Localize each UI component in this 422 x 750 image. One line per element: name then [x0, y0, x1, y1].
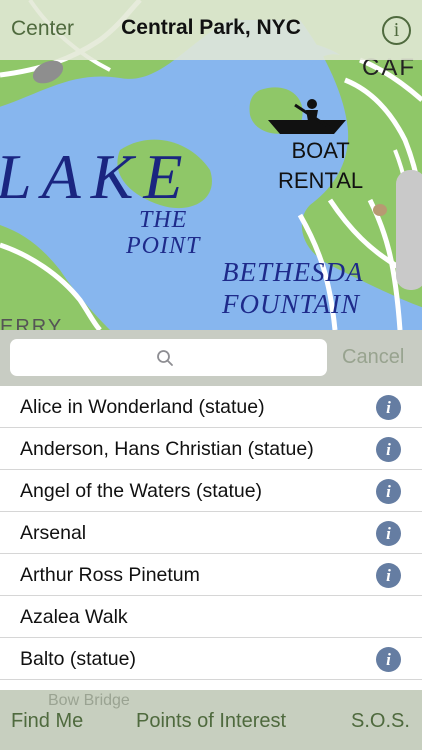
page-title: Central Park, NYC [121, 16, 301, 39]
map-label-the-point: THE POINT [126, 207, 201, 259]
points-of-interest-list[interactable]: Alice in Wonderland (statue) i Anderson,… [0, 386, 422, 690]
points-of-interest-button[interactable]: Points of Interest [136, 710, 286, 733]
list-item-label: Anderson, Hans Christian (statue) [20, 438, 314, 460]
search-bar: Cancel [0, 330, 422, 386]
find-me-button[interactable]: Find Me [11, 710, 83, 733]
list-item[interactable]: Angel of the Waters (statue) i [0, 470, 422, 512]
list-item[interactable]: Arthur Ross Pinetum i [0, 554, 422, 596]
list-item-label: Arsenal [20, 522, 87, 544]
search-field[interactable] [10, 339, 327, 376]
list-item-label: Arthur Ross Pinetum [20, 564, 200, 586]
list-item-label: Angel of the Waters (statue) [20, 480, 263, 502]
list-item-label: Balto (statue) [20, 648, 136, 670]
info-icon[interactable]: i [376, 395, 401, 420]
list-item[interactable] [0, 680, 422, 690]
map-label-boat-rental: BOAT RENTAL [278, 138, 364, 193]
list-item[interactable]: Balto (statue) i [0, 638, 422, 680]
map-label-terry: ERRY [0, 316, 64, 330]
cancel-button[interactable]: Cancel [342, 346, 404, 369]
obscured-list-item: Bow Bridge [48, 692, 130, 709]
info-icon[interactable]: i [382, 16, 411, 45]
map-label-lake: LAKE [0, 141, 193, 212]
list-item[interactable]: Alice in Wonderland (statue) i [0, 386, 422, 428]
info-icon[interactable]: i [376, 479, 401, 504]
list-item-label: Alice in Wonderland (statue) [20, 396, 265, 418]
map-label-bethesda-fountain: BETHESDA FOUNTAIN [222, 257, 364, 319]
list-item[interactable]: Anderson, Hans Christian (statue) i [0, 428, 422, 470]
top-navigation-bar: Center Central Park, NYC i [0, 0, 422, 60]
list-item[interactable]: Azalea Walk [0, 596, 422, 638]
info-icon[interactable]: i [376, 437, 401, 462]
info-icon[interactable]: i [376, 521, 401, 546]
info-icon[interactable]: i [376, 563, 401, 588]
search-input[interactable] [20, 339, 317, 376]
sos-button[interactable]: S.O.S. [351, 710, 410, 733]
bottom-toolbar: Bow Bridge Find Me Points of Interest S.… [0, 690, 422, 750]
list-item[interactable]: Arsenal i [0, 512, 422, 554]
info-icon[interactable]: i [376, 647, 401, 672]
list-item-label: Azalea Walk [20, 606, 128, 628]
